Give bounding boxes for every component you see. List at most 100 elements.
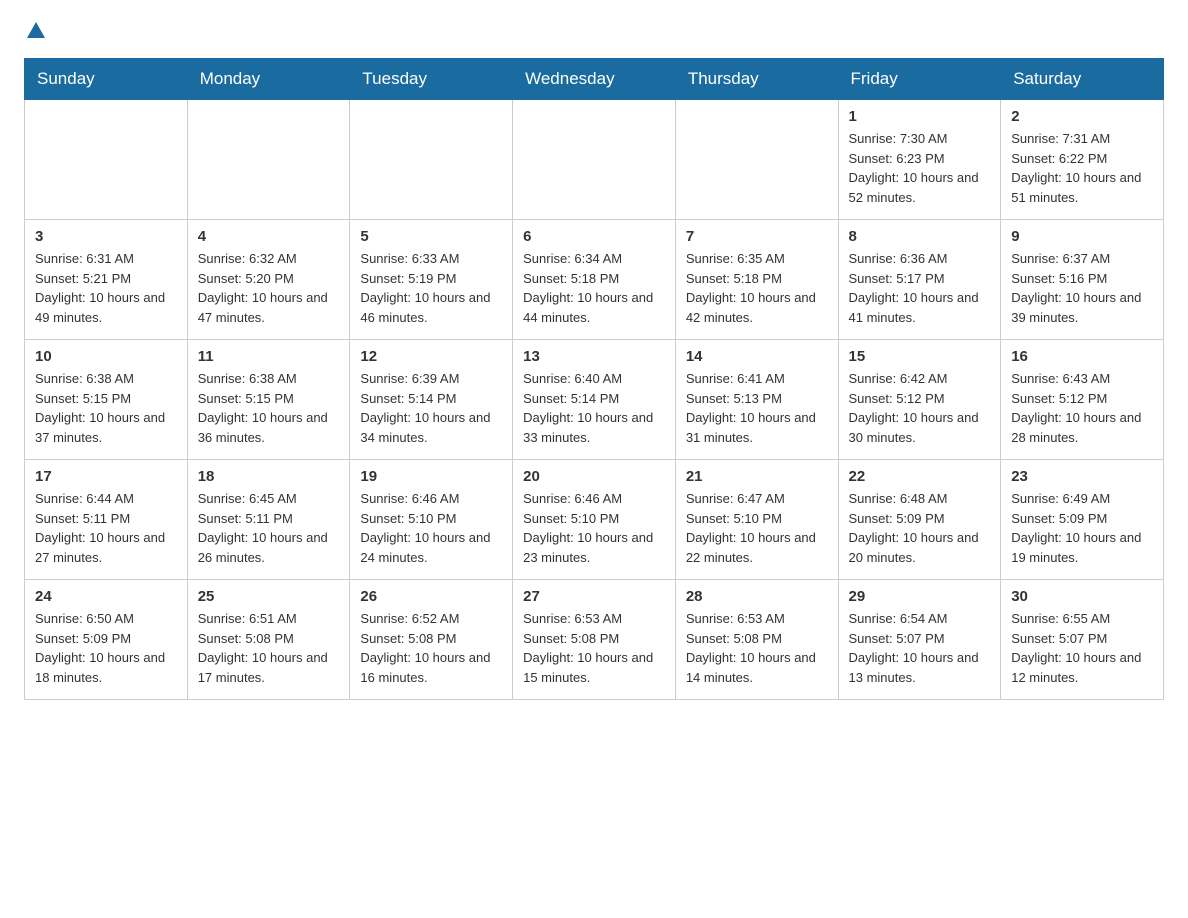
calendar-cell (675, 100, 838, 220)
day-number: 9 (1011, 228, 1153, 245)
day-number: 16 (1011, 348, 1153, 365)
calendar-cell: 4Sunrise: 6:32 AMSunset: 5:20 PMDaylight… (187, 220, 350, 340)
day-number: 10 (35, 348, 177, 365)
day-info: Sunrise: 6:46 AMSunset: 5:10 PMDaylight:… (523, 489, 665, 567)
calendar-cell: 29 Sunrise: 6:54 AMSunset: 5:07 PMDayligh… (838, 580, 1001, 700)
calendar-cell: 8 Sunrise: 6:36 AMSunset: 5:17 PMDaylight… (838, 220, 1001, 340)
day-number: 24 (35, 588, 177, 605)
calendar-cell: 10 Sunrise: 6:38 AMSunset: 5:15 PMDayligh… (25, 340, 188, 460)
day-number: 14 (686, 348, 828, 365)
logo (24, 24, 45, 38)
day-number: 8 (849, 228, 991, 245)
calendar-cell: 24 Sunrise: 6:50 AMSunset: 5:09 PMDayligh… (25, 580, 188, 700)
logo-triangle-icon (27, 22, 45, 38)
calendar-cell: 17Sunrise: 6:44 AMSunset: 5:11 PMDayligh… (25, 460, 188, 580)
day-info: Sunrise: 6:43 AMSunset: 5:12 PMDaylight:… (1011, 369, 1153, 447)
day-info: Sunrise: 6:31 AMSunset: 5:21 PMDaylight:… (35, 249, 177, 327)
day-info: Sunrise: 7:30 AMSunset: 6:23 PMDaylight:… (849, 129, 991, 207)
day-info: Sunrise: 6:49 AMSunset: 5:09 PMDaylight:… (1011, 489, 1153, 567)
day-info: Sunrise: 6:46 AMSunset: 5:10 PMDaylight:… (360, 489, 502, 567)
day-info: Sunrise: 6:45 AMSunset: 5:11 PMDaylight:… (198, 489, 340, 567)
day-number: 22 (849, 468, 991, 485)
day-info: Sunrise: 6:32 AMSunset: 5:20 PMDaylight:… (198, 249, 340, 327)
calendar-week-row: 24 Sunrise: 6:50 AMSunset: 5:09 PMDayligh… (25, 580, 1164, 700)
calendar-cell: 11 Sunrise: 6:38 AMSunset: 5:15 PMDayligh… (187, 340, 350, 460)
calendar-cell (25, 100, 188, 220)
header-tuesday: Tuesday (350, 59, 513, 100)
day-number: 2 (1011, 108, 1153, 125)
day-info: Sunrise: 6:40 AMSunset: 5:14 PMDaylight:… (523, 369, 665, 447)
calendar-table: Sunday Monday Tuesday Wednesday Thursday… (24, 58, 1164, 700)
calendar-cell: 18 Sunrise: 6:45 AMSunset: 5:11 PMDayligh… (187, 460, 350, 580)
calendar-cell: 13 Sunrise: 6:40 AMSunset: 5:14 PMDayligh… (513, 340, 676, 460)
day-info: Sunrise: 6:42 AMSunset: 5:12 PMDaylight:… (849, 369, 991, 447)
calendar-cell: 27Sunrise: 6:53 AMSunset: 5:08 PMDayligh… (513, 580, 676, 700)
calendar-cell: 14 Sunrise: 6:41 AMSunset: 5:13 PMDayligh… (675, 340, 838, 460)
day-number: 13 (523, 348, 665, 365)
day-info: Sunrise: 6:53 AMSunset: 5:08 PMDaylight:… (686, 609, 828, 687)
day-info: Sunrise: 6:38 AMSunset: 5:15 PMDaylight:… (198, 369, 340, 447)
day-info: Sunrise: 6:44 AMSunset: 5:11 PMDaylight:… (35, 489, 177, 567)
day-info: Sunrise: 6:53 AMSunset: 5:08 PMDaylight:… (523, 609, 665, 687)
header-thursday: Thursday (675, 59, 838, 100)
day-info: Sunrise: 6:33 AMSunset: 5:19 PMDaylight:… (360, 249, 502, 327)
page-header (24, 24, 1164, 38)
day-number: 6 (523, 228, 665, 245)
day-info: Sunrise: 6:34 AMSunset: 5:18 PMDaylight:… (523, 249, 665, 327)
day-info: Sunrise: 6:47 AMSunset: 5:10 PMDaylight:… (686, 489, 828, 567)
calendar-cell: 2 Sunrise: 7:31 AMSunset: 6:22 PMDaylight… (1001, 100, 1164, 220)
header-sunday: Sunday (25, 59, 188, 100)
day-number: 28 (686, 588, 828, 605)
day-info: Sunrise: 6:50 AMSunset: 5:09 PMDaylight:… (35, 609, 177, 687)
day-number: 1 (849, 108, 991, 125)
day-number: 5 (360, 228, 502, 245)
day-number: 21 (686, 468, 828, 485)
day-info: Sunrise: 6:55 AMSunset: 5:07 PMDaylight:… (1011, 609, 1153, 687)
calendar-cell: 25Sunrise: 6:51 AMSunset: 5:08 PMDayligh… (187, 580, 350, 700)
day-info: Sunrise: 6:48 AMSunset: 5:09 PMDaylight:… (849, 489, 991, 567)
calendar-cell: 26Sunrise: 6:52 AMSunset: 5:08 PMDayligh… (350, 580, 513, 700)
day-number: 20 (523, 468, 665, 485)
day-number: 29 (849, 588, 991, 605)
calendar-cell: 5 Sunrise: 6:33 AMSunset: 5:19 PMDaylight… (350, 220, 513, 340)
day-number: 23 (1011, 468, 1153, 485)
day-number: 15 (849, 348, 991, 365)
calendar-cell: 22 Sunrise: 6:48 AMSunset: 5:09 PMDayligh… (838, 460, 1001, 580)
calendar-cell (513, 100, 676, 220)
day-number: 3 (35, 228, 177, 245)
header-saturday: Saturday (1001, 59, 1164, 100)
day-info: Sunrise: 6:54 AMSunset: 5:07 PMDaylight:… (849, 609, 991, 687)
calendar-cell (350, 100, 513, 220)
calendar-cell: 7Sunrise: 6:35 AMSunset: 5:18 PMDaylight… (675, 220, 838, 340)
calendar-cell: 6 Sunrise: 6:34 AMSunset: 5:18 PMDaylight… (513, 220, 676, 340)
calendar-cell: 3 Sunrise: 6:31 AMSunset: 5:21 PMDaylight… (25, 220, 188, 340)
day-number: 26 (360, 588, 502, 605)
calendar-cell: 1 Sunrise: 7:30 AMSunset: 6:23 PMDaylight… (838, 100, 1001, 220)
calendar-cell: 19 Sunrise: 6:46 AMSunset: 5:10 PMDayligh… (350, 460, 513, 580)
day-number: 19 (360, 468, 502, 485)
day-number: 11 (198, 348, 340, 365)
header-friday: Friday (838, 59, 1001, 100)
calendar-cell: 16 Sunrise: 6:43 AMSunset: 5:12 PMDayligh… (1001, 340, 1164, 460)
calendar-week-row: 3 Sunrise: 6:31 AMSunset: 5:21 PMDaylight… (25, 220, 1164, 340)
calendar-cell (187, 100, 350, 220)
calendar-header-row: Sunday Monday Tuesday Wednesday Thursday… (25, 59, 1164, 100)
day-info: Sunrise: 7:31 AMSunset: 6:22 PMDaylight:… (1011, 129, 1153, 207)
header-monday: Monday (187, 59, 350, 100)
calendar-week-row: 17Sunrise: 6:44 AMSunset: 5:11 PMDayligh… (25, 460, 1164, 580)
calendar-cell: 12Sunrise: 6:39 AMSunset: 5:14 PMDayligh… (350, 340, 513, 460)
day-number: 7 (686, 228, 828, 245)
calendar-cell: 15 Sunrise: 6:42 AMSunset: 5:12 PMDayligh… (838, 340, 1001, 460)
calendar-cell: 30Sunrise: 6:55 AMSunset: 5:07 PMDayligh… (1001, 580, 1164, 700)
calendar-cell: 21 Sunrise: 6:47 AMSunset: 5:10 PMDayligh… (675, 460, 838, 580)
calendar-cell: 23 Sunrise: 6:49 AMSunset: 5:09 PMDayligh… (1001, 460, 1164, 580)
day-info: Sunrise: 6:38 AMSunset: 5:15 PMDaylight:… (35, 369, 177, 447)
calendar-cell: 9Sunrise: 6:37 AMSunset: 5:16 PMDaylight… (1001, 220, 1164, 340)
day-info: Sunrise: 6:39 AMSunset: 5:14 PMDaylight:… (360, 369, 502, 447)
header-wednesday: Wednesday (513, 59, 676, 100)
day-info: Sunrise: 6:41 AMSunset: 5:13 PMDaylight:… (686, 369, 828, 447)
day-info: Sunrise: 6:36 AMSunset: 5:17 PMDaylight:… (849, 249, 991, 327)
calendar-week-row: 1 Sunrise: 7:30 AMSunset: 6:23 PMDaylight… (25, 100, 1164, 220)
calendar-cell: 28 Sunrise: 6:53 AMSunset: 5:08 PMDayligh… (675, 580, 838, 700)
day-number: 18 (198, 468, 340, 485)
